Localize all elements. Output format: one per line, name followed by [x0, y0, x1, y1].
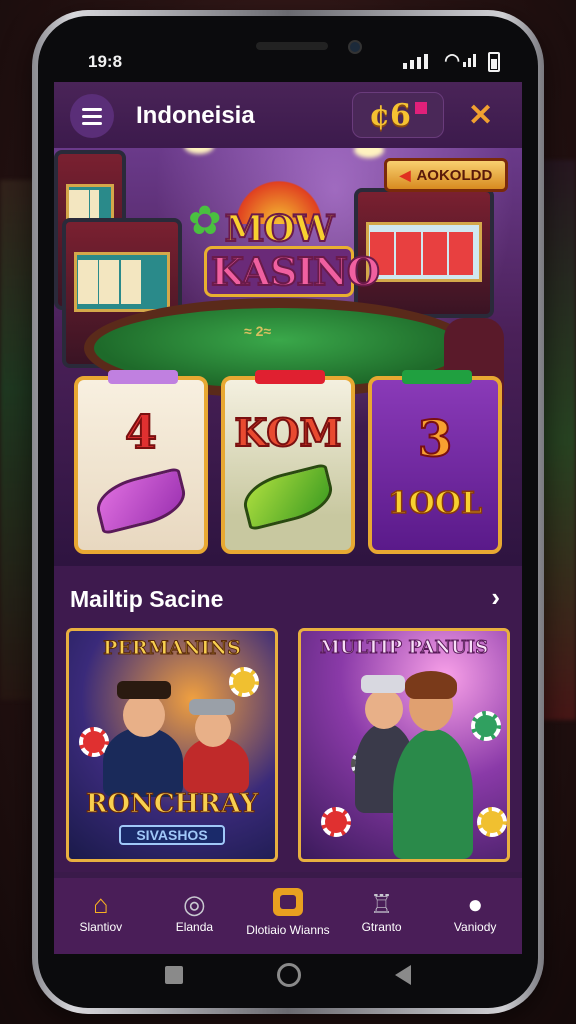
phone-screen-bezel: 19:8 ◠ Indoneisia ¢6 ✕ ≈ 2≈ ✿ MOW KASINO…: [38, 16, 538, 1008]
game-card-tag: SIVASHOS: [119, 825, 225, 845]
logo-text-line2: KASINO: [204, 246, 381, 297]
hat-illustration: [117, 681, 171, 699]
spotlight-decor: [184, 148, 214, 154]
nav-item-profile[interactable]: ● Vaniody: [428, 888, 522, 934]
nav-item-trophy[interactable]: ♖ Gtranto: [335, 888, 429, 934]
front-camera: [348, 40, 362, 54]
user-icon: ●: [467, 889, 484, 919]
game-card-title: PERMANINS: [103, 637, 242, 660]
reel-cap: [108, 370, 178, 384]
trophy-icon: ♖: [369, 889, 394, 919]
reel-symbol-top: 3: [417, 408, 454, 469]
nav-item-slots[interactable]: Dlotiaio Wianns: [241, 888, 335, 937]
section-header: Mailtip Sacine ›: [54, 566, 522, 628]
character-head: [123, 693, 165, 737]
reel-symbol-top: KOM: [233, 409, 342, 456]
character-head: [365, 689, 403, 729]
casino-chip-icon: [229, 667, 259, 697]
chevron-right-icon[interactable]: ›: [491, 582, 500, 613]
hair-illustration: [405, 671, 457, 699]
casino-chip-icon: [471, 711, 501, 741]
logo-text-line1: MOW: [224, 207, 336, 251]
game-cards: PERMANINS RONCHRAY SIVASHOS MULTIP PANUI…: [54, 628, 522, 872]
nav-item-label: Vaniody: [453, 920, 497, 934]
reel-symbol-top: 4: [124, 404, 158, 460]
casino-chip-icon: [321, 807, 351, 837]
home-icon: ⌂: [92, 889, 109, 919]
hero-banner[interactable]: ≈ 2≈ ✿ MOW KASINO ◀ AOKOLDD 4 KOM 3 1OOL: [54, 148, 522, 566]
status-time: 19:8: [88, 52, 123, 71]
page-title: Indoneisia: [136, 102, 255, 129]
casino-logo: ✿ MOW KASINO: [188, 174, 381, 308]
game-card-title: MULTIP PANUIS: [319, 637, 489, 659]
battery-icon: [488, 52, 500, 72]
back-button[interactable]: [395, 965, 411, 985]
coin-balance: ¢6: [369, 97, 411, 133]
reel-cap: [255, 370, 325, 384]
reel-symbol-bottom: 1OOL: [387, 485, 483, 522]
signal-secondary-icon: [463, 54, 476, 67]
arrow-left-icon: ◀: [399, 166, 411, 183]
status-bar: 19:8 ◠: [38, 16, 538, 88]
background-slot-decor-right: [540, 160, 576, 720]
slots-icon: [272, 888, 303, 916]
game-card[interactable]: PERMANINS RONCHRAY SIVASHOS: [66, 628, 278, 862]
home-button[interactable]: [277, 963, 301, 987]
system-navigation-bar: [38, 942, 538, 1008]
character-illustration: [393, 729, 473, 859]
promo-badge-button[interactable]: ◀ AOKOLDD: [384, 158, 508, 192]
purple-leaf-symbol-icon: [91, 466, 191, 536]
nav-item-label: Dlotiaio Wianns: [246, 923, 330, 937]
reel-3[interactable]: 3 1OOL: [368, 370, 502, 554]
nav-item-label: Slantiov: [79, 920, 123, 934]
reel-cap: [402, 370, 472, 384]
close-icon[interactable]: ✕: [468, 98, 493, 133]
reel-1[interactable]: 4: [74, 370, 208, 554]
coin-badge-icon: [414, 102, 427, 114]
roulette-icon: ◎: [183, 889, 206, 919]
hat-illustration: [189, 699, 235, 715]
nav-item-roulette[interactable]: ◎ Elanda: [148, 888, 242, 934]
spotlight-decor: [354, 148, 384, 158]
reel-2[interactable]: KOM: [221, 370, 355, 554]
slot-reels: 4 KOM 3 1OOL: [74, 370, 502, 554]
section-title: Mailtip Sacine: [70, 586, 224, 612]
game-card-subtitle: RONCHRAY: [85, 789, 259, 820]
game-card[interactable]: MULTIP PANUIS: [298, 628, 510, 862]
table-label: ≈ 2≈: [244, 323, 272, 339]
hamburger-menu-icon[interactable]: [70, 94, 114, 138]
green-leaf-symbol-icon: [238, 462, 338, 531]
nav-item-label: Gtranto: [361, 920, 402, 934]
coin-balance-button[interactable]: ¢6: [352, 92, 444, 138]
app-header: Indoneisia ¢6 ✕: [54, 82, 522, 148]
wifi-icon: ◠: [444, 50, 460, 70]
phone-frame: 19:8 ◠ Indoneisia ¢6 ✕ ≈ 2≈ ✿ MOW KASINO…: [32, 10, 544, 1014]
app-screen: Indoneisia ¢6 ✕ ≈ 2≈ ✿ MOW KASINO ◀ AOKO…: [54, 82, 522, 954]
hat-illustration: [361, 675, 405, 693]
character-illustration: [103, 727, 183, 797]
nav-item-label: Elanda: [175, 920, 214, 934]
casino-chip-icon: [477, 807, 507, 837]
recent-apps-button[interactable]: [165, 966, 183, 984]
signal-icon: [403, 54, 428, 69]
promo-badge-label: AOKOLDD: [416, 166, 493, 184]
speaker-notch: [256, 42, 328, 50]
nav-item-home[interactable]: ⌂ Slantiov: [54, 888, 148, 934]
